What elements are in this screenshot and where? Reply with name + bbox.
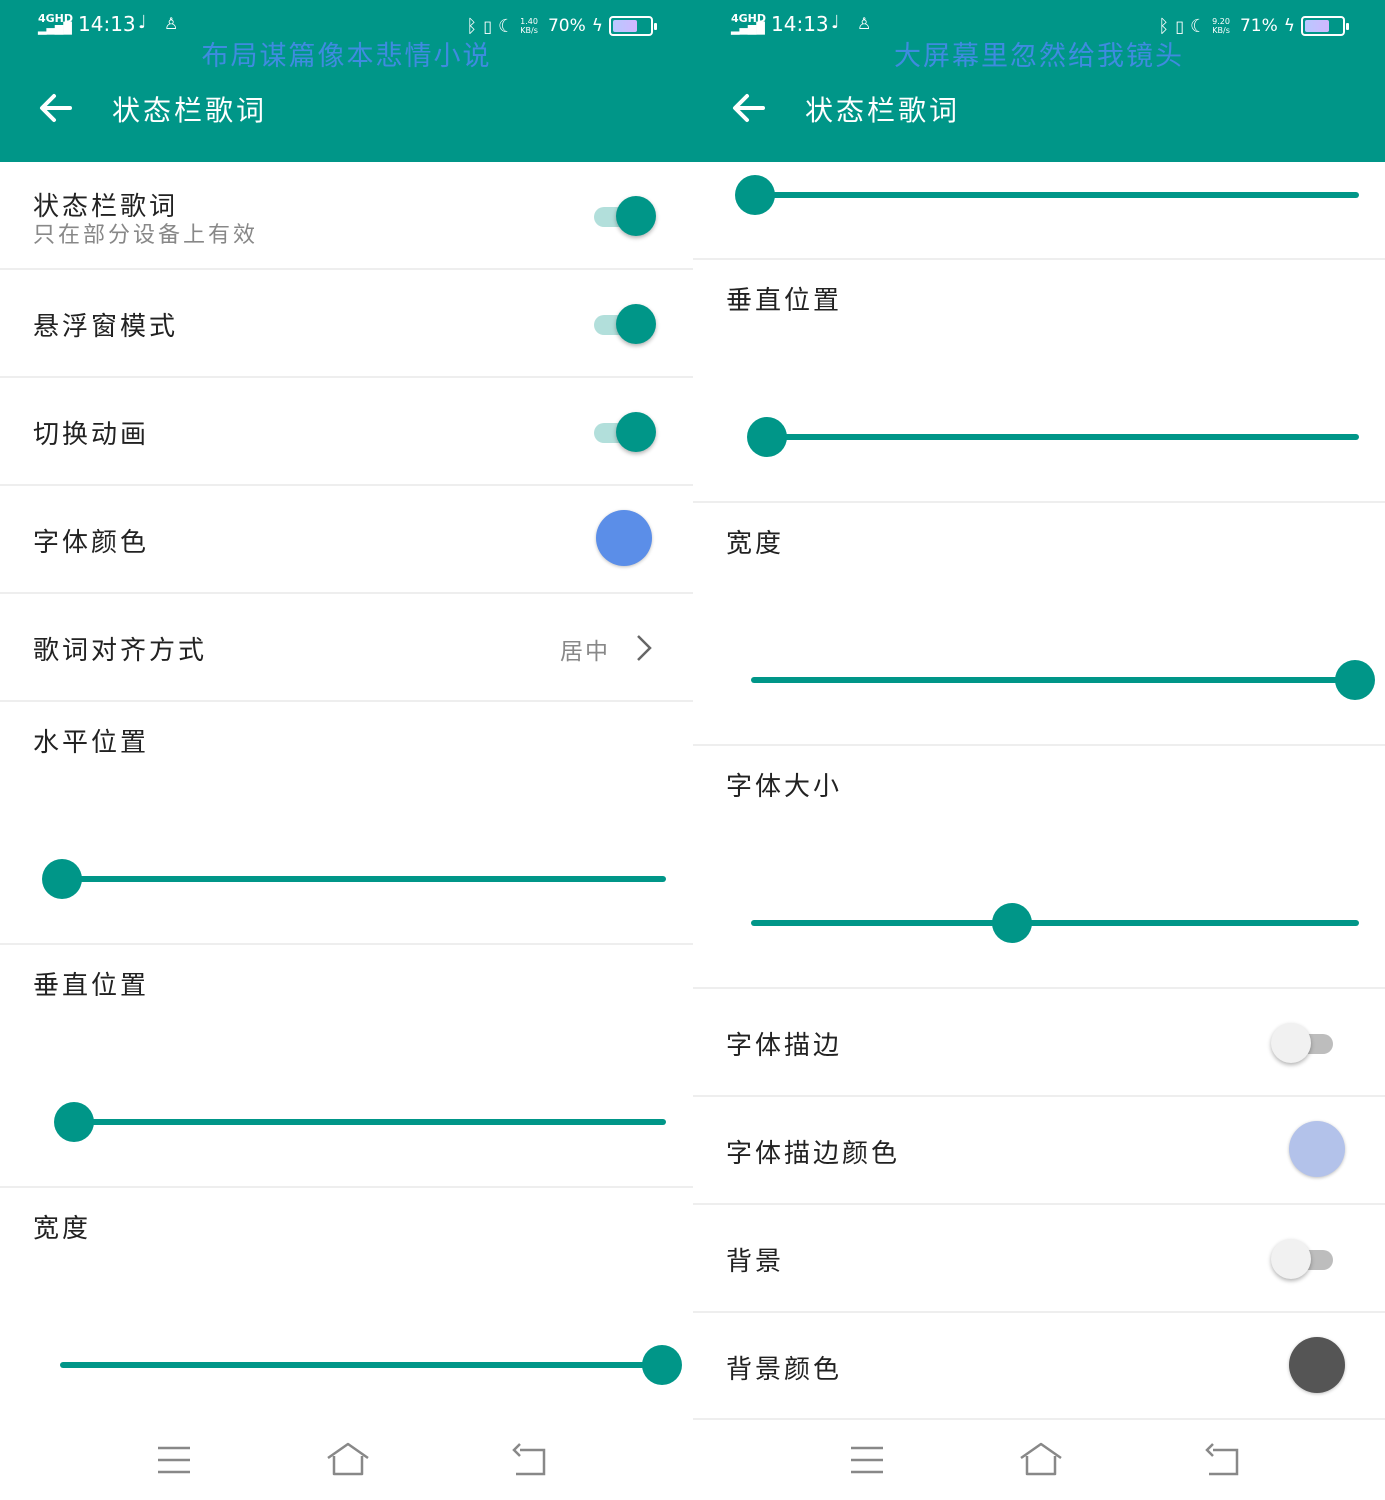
person-icon: ♙ bbox=[164, 14, 179, 33]
music-note-icon: ♩ bbox=[138, 12, 147, 33]
setting-float-mode[interactable]: 悬浮窗模式 bbox=[0, 270, 693, 378]
setting-title: 字体颜色 bbox=[33, 528, 150, 558]
back-nav-icon[interactable] bbox=[1203, 1440, 1243, 1480]
home-icon[interactable] bbox=[326, 1440, 370, 1480]
back-arrow-icon bbox=[733, 94, 765, 122]
back-nav-icon[interactable] bbox=[510, 1440, 550, 1480]
setting-value: 居中 bbox=[560, 639, 610, 665]
toggle-switch[interactable] bbox=[594, 412, 656, 452]
status-time: 14:13 bbox=[771, 12, 829, 36]
setting-title: 字体大小 bbox=[726, 772, 843, 802]
network-indicator: 4GHD ▂▄▆█ bbox=[38, 12, 74, 35]
system-nav-bar bbox=[693, 1420, 1385, 1500]
vibrate-icon: ▯ bbox=[1175, 16, 1185, 36]
slider-thumb[interactable] bbox=[642, 1345, 682, 1385]
toolbar: 状态栏歌词 bbox=[0, 72, 693, 144]
setting-background[interactable]: 背景 bbox=[693, 1205, 1385, 1313]
setting-title: 悬浮窗模式 bbox=[33, 312, 179, 342]
music-note-icon: ♩ bbox=[831, 12, 840, 33]
lyric-overlay-text: 大屏幕里忽然给我镜头 bbox=[894, 41, 1184, 72]
vertical-position-slider[interactable] bbox=[747, 417, 1359, 457]
setting-statusbar-lyrics[interactable]: 状态栏歌词 只在部分设备上有效 bbox=[0, 162, 693, 270]
setting-width: 宽度 bbox=[0, 1188, 693, 1420]
setting-title: 水平位置 bbox=[33, 728, 150, 758]
app-header: 4GHD ▂▄▆█ 14:13 ♩ ♙ ᛒ ▯ ☾ 9.20 KB/s 71% ϟ … bbox=[693, 0, 1385, 162]
battery-icon bbox=[1301, 16, 1349, 36]
setting-title: 垂直位置 bbox=[726, 286, 843, 316]
setting-title: 切换动画 bbox=[33, 420, 150, 450]
setting-title: 歌词对齐方式 bbox=[33, 636, 208, 666]
slider-thumb[interactable] bbox=[54, 1102, 94, 1142]
slider-thumb[interactable] bbox=[992, 903, 1033, 943]
slider-thumb[interactable] bbox=[1335, 660, 1375, 700]
back-button[interactable] bbox=[34, 86, 78, 130]
position-slider[interactable] bbox=[735, 175, 1359, 215]
toggle-switch[interactable] bbox=[594, 304, 656, 344]
setting-title: 宽度 bbox=[33, 1214, 92, 1244]
lyric-overlay-text: 布局谋篇像本悲情小说 bbox=[201, 41, 492, 72]
setting-title: 背景 bbox=[726, 1247, 785, 1277]
home-icon[interactable] bbox=[1019, 1440, 1063, 1480]
network-speed: 1.40 KB/s bbox=[520, 17, 538, 35]
network-indicator: 4GHD ▂▄▆█ bbox=[731, 12, 767, 35]
horizontal-position-slider[interactable] bbox=[42, 859, 666, 899]
toggle-switch[interactable] bbox=[1271, 1023, 1333, 1063]
color-swatch[interactable] bbox=[1289, 1337, 1345, 1393]
back-arrow-icon bbox=[40, 94, 72, 122]
setting-title: 背景颜色 bbox=[726, 1355, 843, 1385]
menu-icon[interactable] bbox=[847, 1440, 887, 1480]
person-icon: ♙ bbox=[857, 14, 872, 33]
battery-fill bbox=[1305, 20, 1330, 32]
setting-horizontal-position: 水平位置 bbox=[0, 702, 693, 945]
font-size-slider[interactable] bbox=[751, 903, 1359, 943]
setting-title: 宽度 bbox=[726, 529, 785, 559]
page-title: 状态栏歌词 bbox=[805, 94, 961, 127]
slider-thumb[interactable] bbox=[42, 859, 82, 899]
system-nav-bar bbox=[0, 1420, 693, 1500]
chevron-right-icon bbox=[637, 635, 652, 661]
charging-bolt-icon: ϟ bbox=[591, 16, 603, 36]
slider-thumb[interactable] bbox=[747, 417, 787, 457]
setting-background-color[interactable]: 背景颜色 bbox=[693, 1313, 1385, 1420]
battery-percent: 71% bbox=[1239, 16, 1278, 36]
app-header: 4GHD ▂▄▆█ 14:13 ♩ ♙ ᛒ ▯ ☾ 1.40 KB/s 70% ϟ … bbox=[0, 0, 693, 162]
settings-list: 垂直位置 宽度 字体大小 字体描边 字体描边颜色 背景 背景颜色 bbox=[693, 162, 1385, 1420]
back-button[interactable] bbox=[727, 86, 771, 130]
setting-font-color[interactable]: 字体颜色 bbox=[0, 486, 693, 594]
setting-title: 字体描边颜色 bbox=[726, 1139, 901, 1169]
setting-lyric-alignment[interactable]: 歌词对齐方式 居中 bbox=[0, 594, 693, 702]
battery-icon bbox=[609, 16, 657, 36]
width-slider[interactable] bbox=[60, 1345, 682, 1385]
setting-width: 宽度 bbox=[693, 503, 1385, 746]
width-slider[interactable] bbox=[751, 660, 1375, 700]
toggle-switch[interactable] bbox=[1271, 1239, 1333, 1279]
toolbar: 状态栏歌词 bbox=[693, 72, 1385, 144]
battery-fill bbox=[613, 20, 637, 32]
battery-percent: 70% bbox=[547, 16, 586, 36]
setting-font-size: 字体大小 bbox=[693, 746, 1385, 989]
settings-list: 状态栏歌词 只在部分设备上有效 悬浮窗模式 切换动画 字体颜色 歌词对齐方式 居… bbox=[0, 162, 693, 1420]
vertical-position-slider[interactable] bbox=[54, 1102, 666, 1142]
color-swatch[interactable] bbox=[596, 510, 652, 566]
color-swatch[interactable] bbox=[1289, 1121, 1345, 1177]
toggle-switch[interactable] bbox=[594, 196, 656, 236]
status-time: 14:13 bbox=[78, 12, 136, 36]
setting-vertical-position: 垂直位置 bbox=[0, 945, 693, 1188]
setting-subtitle: 只在部分设备上有效 bbox=[33, 223, 259, 248]
slider-thumb[interactable] bbox=[735, 175, 775, 215]
network-speed: 9.20 KB/s bbox=[1212, 17, 1230, 35]
setting-slider-partial bbox=[693, 162, 1385, 260]
setting-font-stroke[interactable]: 字体描边 bbox=[693, 989, 1385, 1097]
setting-font-stroke-color[interactable]: 字体描边颜色 bbox=[693, 1097, 1385, 1205]
menu-icon[interactable] bbox=[154, 1440, 194, 1480]
setting-title: 垂直位置 bbox=[33, 971, 150, 1001]
vibrate-icon: ▯ bbox=[483, 16, 493, 36]
page-title: 状态栏歌词 bbox=[112, 94, 268, 127]
setting-vertical-position: 垂直位置 bbox=[693, 260, 1385, 503]
screen-left: 4GHD ▂▄▆█ 14:13 ♩ ♙ ᛒ ▯ ☾ 1.40 KB/s 70% ϟ … bbox=[0, 0, 693, 1500]
setting-title: 字体描边 bbox=[726, 1031, 843, 1061]
charging-bolt-icon: ϟ bbox=[1283, 16, 1295, 36]
setting-switch-animation[interactable]: 切换动画 bbox=[0, 378, 693, 486]
screen-right: 4GHD ▂▄▆█ 14:13 ♩ ♙ ᛒ ▯ ☾ 9.20 KB/s 71% ϟ … bbox=[693, 0, 1385, 1500]
